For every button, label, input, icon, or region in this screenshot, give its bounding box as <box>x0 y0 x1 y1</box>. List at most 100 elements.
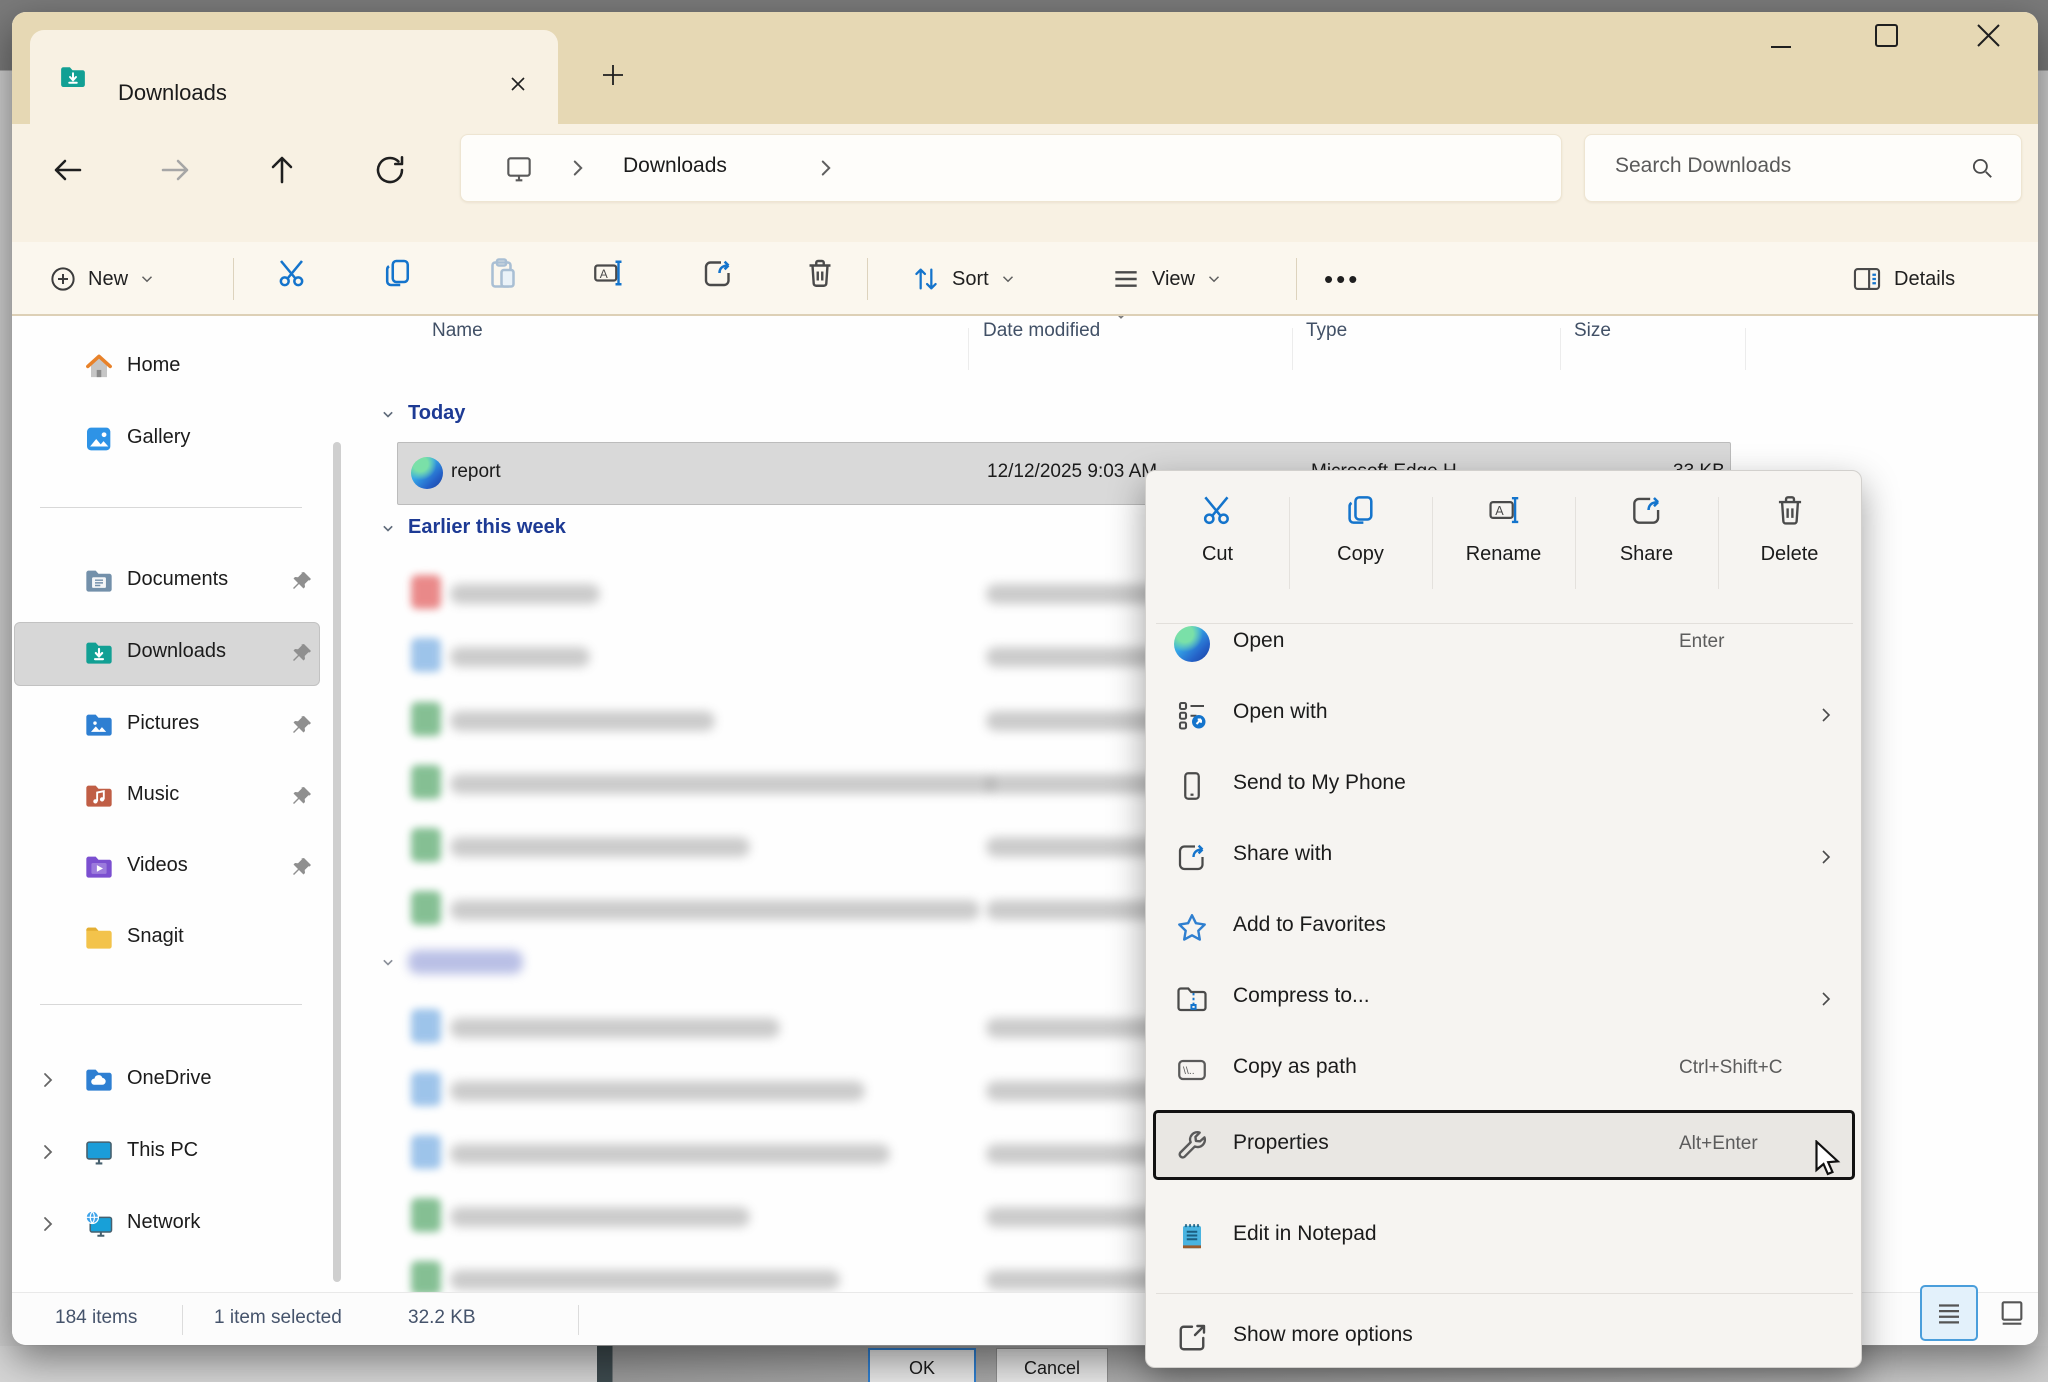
column-divider[interactable] <box>1560 328 1561 370</box>
delete-icon[interactable] <box>802 255 838 291</box>
share-menu-button[interactable]: Share <box>1575 491 1718 617</box>
toolbar-divider <box>1296 258 1297 300</box>
sidebar-item-label: Gallery <box>127 426 190 449</box>
sidebar-item-pictures[interactable]: Pictures <box>12 695 330 755</box>
menu-item-label: Show more options <box>1233 1323 1413 1347</box>
column-header-size[interactable]: Size <box>1574 320 1611 376</box>
redacted-name <box>450 900 980 920</box>
view-button[interactable]: View <box>1110 250 1223 308</box>
menu-item-copy-as-path[interactable]: \\.. Copy as path Ctrl+Shift+C <box>1146 1035 1863 1106</box>
menu-item-share-with[interactable]: Share with <box>1146 822 1863 893</box>
word-file-icon <box>411 638 441 672</box>
cut-icon[interactable] <box>275 255 311 291</box>
menu-item-label: Share with <box>1233 842 1332 866</box>
tab-close-icon[interactable] <box>508 74 528 94</box>
chevron-right-icon[interactable] <box>36 1140 60 1164</box>
sort-button[interactable]: Sort <box>910 250 1017 308</box>
column-divider[interactable] <box>1292 328 1293 370</box>
menu-item-add-to-favorites[interactable]: Add to Favorites <box>1146 893 1863 964</box>
delete-menu-button[interactable]: Delete <box>1718 491 1861 617</box>
rename-menu-button[interactable]: A Rename <box>1432 491 1575 617</box>
ok-button[interactable]: OK <box>868 1348 976 1382</box>
menu-item-label: Properties <box>1233 1131 1329 1155</box>
new-tab-icon[interactable] <box>600 62 626 88</box>
menu-item-show-more-options[interactable]: Show more options <box>1146 1303 1863 1374</box>
address-bar[interactable]: Downloads <box>460 134 1562 202</box>
pin-icon <box>290 641 314 665</box>
share-icon[interactable] <box>700 255 736 291</box>
tab-downloads[interactable]: Downloads <box>30 30 558 124</box>
details-pane-button[interactable]: Details <box>1850 250 1955 308</box>
toolbar-divider <box>233 258 234 300</box>
rename-icon[interactable]: A <box>590 255 626 291</box>
sidebar-scrollbar[interactable] <box>333 442 341 1282</box>
status-divider <box>182 1305 183 1335</box>
maximize-icon[interactable] <box>1872 23 1900 49</box>
sidebar-item-gallery[interactable]: Gallery <box>12 409 330 469</box>
up-icon[interactable] <box>264 152 300 188</box>
icons-view-toggle[interactable] <box>1988 1285 2036 1341</box>
file-date-modified: 12/12/2025 9:03 AM <box>987 461 1157 483</box>
breadcrumb-chevron-icon[interactable] <box>565 155 591 181</box>
group-header-redacted[interactable] <box>378 950 523 974</box>
sidebar-item-documents[interactable]: Documents <box>12 551 330 611</box>
new-icon <box>48 264 78 294</box>
menu-item-edit-in-notepad[interactable]: Edit in Notepad <box>1146 1202 1863 1273</box>
copy-icon[interactable] <box>380 255 416 291</box>
details-view-toggle[interactable] <box>1920 1285 1978 1341</box>
paste-icon[interactable] <box>485 255 521 291</box>
column-header-date-modified[interactable]: Date modified <box>983 320 1100 376</box>
cancel-button[interactable]: Cancel <box>996 1348 1108 1382</box>
column-divider[interactable] <box>968 328 969 370</box>
more-options-button[interactable]: ••• <box>1324 250 1360 308</box>
sidebar-item-downloads[interactable]: Downloads <box>12 623 330 683</box>
sidebar-item-network[interactable]: Network <box>12 1194 330 1254</box>
new-button[interactable]: New <box>48 250 156 308</box>
close-icon[interactable] <box>1974 23 2002 49</box>
column-divider[interactable] <box>1745 328 1746 370</box>
pin-icon <box>290 855 314 879</box>
sidebar-item-label: Home <box>127 354 180 377</box>
copy-menu-button[interactable]: Copy <box>1289 491 1432 617</box>
svg-text:\\..: \\.. <box>1183 1065 1195 1077</box>
menu-item-properties[interactable]: Properties Alt+Enter <box>1146 1111 1863 1182</box>
group-header-earlier-this-week[interactable]: Earlier this week <box>378 516 566 539</box>
chevron-right-icon[interactable] <box>36 1068 60 1092</box>
refresh-icon[interactable] <box>372 152 408 188</box>
sidebar-item-onedrive[interactable]: OneDrive <box>12 1050 330 1110</box>
breadcrumb-chevron-icon[interactable] <box>813 155 839 181</box>
menu-item-open-with[interactable]: Open with <box>1146 680 1863 751</box>
sidebar-item-home[interactable]: Home <box>12 337 330 397</box>
chevron-right-icon[interactable] <box>36 1212 60 1236</box>
forward-icon[interactable] <box>157 152 193 188</box>
back-icon[interactable] <box>50 152 86 188</box>
menu-item-compress-to[interactable]: Compress to... <box>1146 964 1863 1035</box>
cut-icon <box>1199 491 1237 529</box>
menu-item-open[interactable]: Open Enter <box>1146 609 1863 680</box>
sidebar-item-videos[interactable]: Videos <box>12 837 330 897</box>
group-label: Earlier this week <box>408 516 566 539</box>
sidebar-item-snagit[interactable]: Snagit <box>12 908 330 968</box>
group-header-today[interactable]: Today <box>378 402 465 425</box>
documents-folder-icon <box>83 565 115 597</box>
search-icon[interactable] <box>1969 155 1995 181</box>
minimize-icon[interactable] <box>1767 34 1795 60</box>
breadcrumb[interactable]: Downloads <box>623 154 727 178</box>
sidebar-item-label: Videos <box>127 854 188 877</box>
redacted-name <box>450 1270 840 1290</box>
sidebar-item-label: Music <box>127 783 179 806</box>
search-input[interactable]: Search Downloads <box>1584 134 2022 202</box>
cut-menu-button[interactable]: Cut <box>1146 491 1289 617</box>
pin-icon <box>290 713 314 737</box>
column-header-type[interactable]: Type <box>1306 320 1347 376</box>
notepad-icon <box>1174 1219 1210 1255</box>
wrench-icon <box>1174 1128 1210 1164</box>
copy-path-icon: \\.. <box>1174 1052 1210 1088</box>
column-header-name[interactable]: Name <box>432 320 483 376</box>
sidebar-item-music[interactable]: Music <box>12 766 330 826</box>
sidebar-item-this-pc[interactable]: This PC <box>12 1122 330 1182</box>
redacted-name <box>450 1144 890 1164</box>
excel-file-icon <box>411 765 441 799</box>
menu-item-send-to-my-phone[interactable]: Send to My Phone <box>1146 751 1863 822</box>
redacted-name <box>450 1207 750 1227</box>
